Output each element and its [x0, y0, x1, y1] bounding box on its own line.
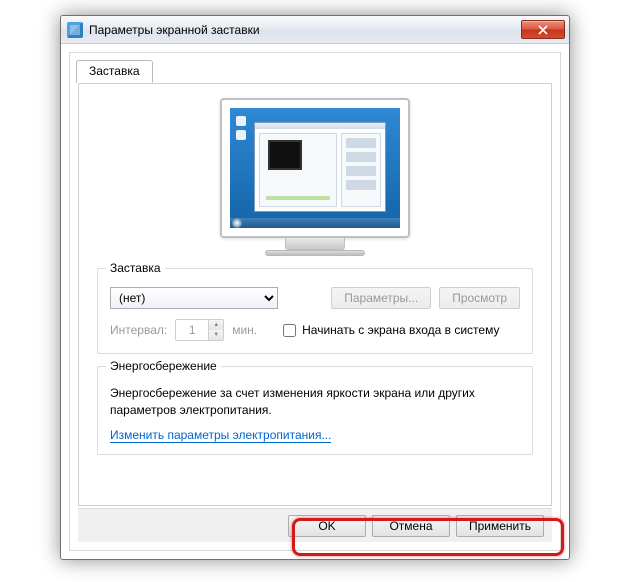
screensaver-group-title: Заставка — [106, 261, 165, 275]
spinner-down-icon[interactable]: ▼ — [209, 330, 223, 340]
monitor-preview — [97, 98, 533, 256]
resume-checkbox-label[interactable]: Начинать с экрана входа в систему — [283, 323, 499, 337]
preview-button[interactable]: Просмотр — [439, 287, 520, 309]
apply-button[interactable]: Применить — [456, 515, 544, 537]
client-area: Заставка — [69, 52, 561, 551]
interval-spinner[interactable]: ▲ ▼ — [175, 319, 224, 341]
spinner-up-icon[interactable]: ▲ — [209, 320, 223, 330]
resume-checkbox[interactable] — [283, 324, 296, 337]
screensaver-group: Заставка (нет) Параметры... Просмотр Инт… — [97, 268, 533, 354]
screensaver-settings-dialog: Параметры экранной заставки Заставка — [60, 15, 570, 560]
window-title: Параметры экранной заставки — [89, 23, 521, 37]
titlebar[interactable]: Параметры экранной заставки — [61, 16, 569, 44]
window-icon — [67, 22, 83, 38]
close-button[interactable] — [521, 20, 565, 39]
ok-button[interactable]: OK — [288, 515, 366, 537]
interval-unit: мин. — [232, 323, 257, 337]
tab-strip: Заставка — [76, 52, 153, 83]
interval-input[interactable] — [176, 320, 208, 340]
power-settings-link[interactable]: Изменить параметры электропитания... — [110, 428, 331, 443]
monitor-bezel — [220, 98, 410, 238]
resume-checkbox-text: Начинать с экрана входа в систему — [302, 323, 499, 337]
close-icon — [538, 25, 548, 35]
settings-button[interactable]: Параметры... — [331, 287, 431, 309]
power-description: Энергосбережение за счет изменения яркос… — [110, 385, 520, 420]
power-group: Энергосбережение Энергосбережение за сче… — [97, 366, 533, 455]
tab-screensaver[interactable]: Заставка — [76, 60, 153, 83]
screensaver-select[interactable]: (нет) — [110, 287, 278, 309]
interval-label: Интервал: — [110, 323, 167, 337]
dialog-button-row: OK Отмена Применить — [78, 508, 552, 542]
tab-pane: Заставка (нет) Параметры... Просмотр Инт… — [78, 83, 552, 506]
monitor-screen — [230, 108, 400, 228]
cancel-button[interactable]: Отмена — [372, 515, 450, 537]
power-group-title: Энергосбережение — [106, 359, 221, 373]
